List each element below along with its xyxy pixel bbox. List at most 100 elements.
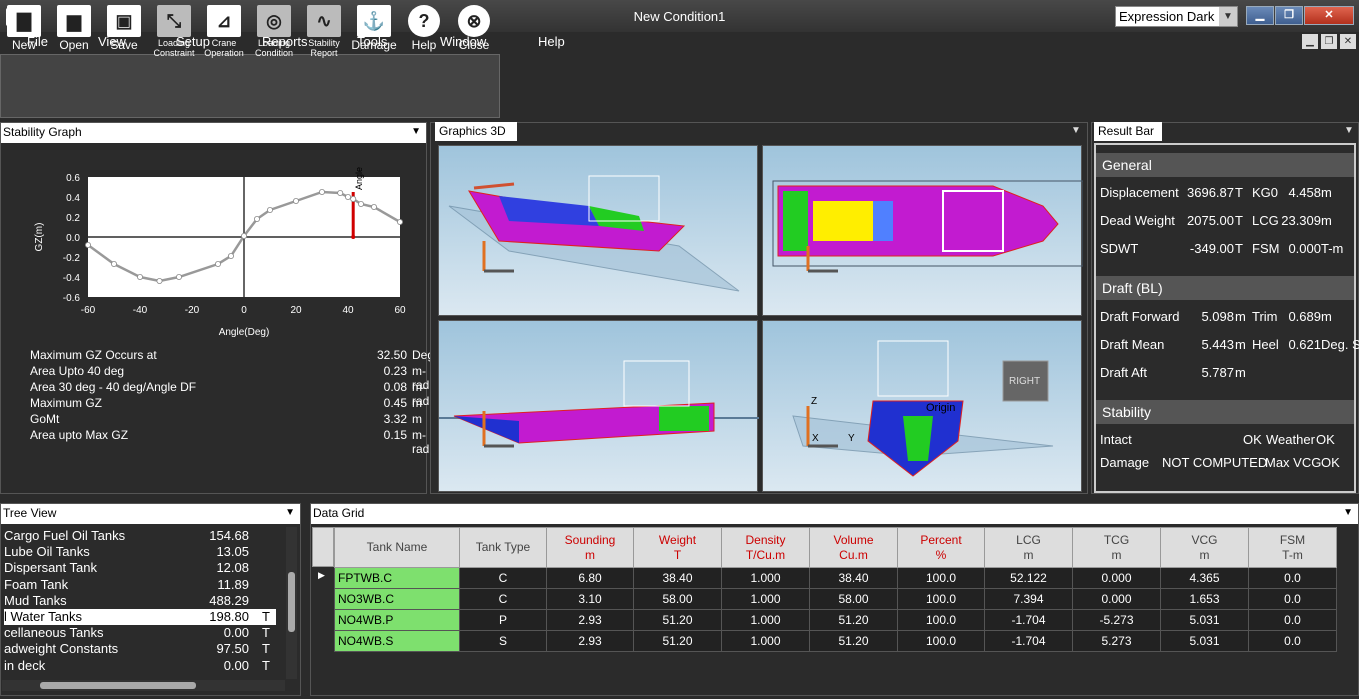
open-button[interactable]: ▆ Open	[50, 2, 98, 60]
table-cell[interactable]: 51.20	[633, 630, 722, 652]
save-button[interactable]: ▣ Save	[100, 2, 148, 60]
table-cell[interactable]: 5.031	[1160, 630, 1249, 652]
table-cell[interactable]: NO4WB.P	[334, 609, 460, 631]
view-cube-right-label[interactable]: RIGHT	[1009, 376, 1040, 387]
table-cell[interactable]: 38.40	[633, 567, 722, 589]
column-header[interactable]: Sounding m	[546, 527, 634, 568]
table-cell[interactable]: 100.0	[897, 567, 985, 589]
viewport-profile[interactable]	[438, 320, 759, 492]
tree-item[interactable]: Mud Tanks 488.29	[4, 593, 276, 609]
table-cell[interactable]: 5.031	[1160, 609, 1249, 631]
stability-report-button[interactable]: ∿ Stability Report	[300, 2, 348, 60]
crane-operation-button[interactable]: ⊿ Crane Operation	[200, 2, 248, 60]
column-header[interactable]: Tank Type	[459, 527, 547, 568]
panel-menu-icon[interactable]: ▼	[1343, 507, 1353, 518]
column-header[interactable]: Percent%	[897, 527, 985, 568]
tree-item[interactable]: in deck 0.00 T	[4, 658, 276, 674]
result-bar-tab[interactable]: Result Bar	[1094, 122, 1162, 141]
column-header[interactable]: VCG m	[1160, 527, 1249, 568]
table-row[interactable]: NO4WB.S S 2.93 51.20 1.000 51.20 100.0 -1.704 5.…	[334, 630, 1337, 652]
table-cell[interactable]: 1.000	[721, 609, 810, 631]
table-cell[interactable]: 0.0	[1248, 609, 1337, 631]
table-cell[interactable]: 1.000	[721, 630, 810, 652]
tree-item[interactable]: Cargo Fuel Oil Tanks 154.68	[4, 528, 276, 544]
minimize-button[interactable]: ▁	[1246, 6, 1274, 25]
column-header[interactable]: LCG m	[984, 527, 1073, 568]
table-cell[interactable]: -1.704	[984, 609, 1073, 631]
table-cell[interactable]: 0.0	[1248, 630, 1337, 652]
viewport-top[interactable]	[762, 145, 1084, 316]
column-header[interactable]: FSM T-m	[1248, 527, 1337, 568]
table-row[interactable]: NO3WB.C C 3.10 58.00 1.000 58.00 100.0 7.394 0.0…	[334, 588, 1337, 610]
table-cell[interactable]: C	[459, 588, 547, 610]
table-row[interactable]: FPTWB.C C 6.80 38.40 1.000 38.40 100.0 52.122 0.…	[334, 567, 1337, 589]
graphics-3d-tab[interactable]: Graphics 3D	[435, 122, 517, 141]
viewport-front[interactable]: RIGHT Origin Z Y X	[762, 320, 1082, 492]
column-header[interactable]: Density T/Cu.m	[721, 527, 810, 568]
table-cell[interactable]: S	[459, 630, 547, 652]
table-cell[interactable]: NO4WB.S	[334, 630, 460, 652]
table-cell[interactable]: 2.93	[546, 609, 634, 631]
table-cell[interactable]: 6.80	[546, 567, 634, 589]
damage-button[interactable]: ⚓ Damage	[350, 2, 398, 60]
tree-vscrollbar[interactable]	[286, 527, 297, 679]
panel-menu-icon[interactable]: ▼	[411, 126, 421, 137]
table-cell[interactable]: 1.000	[721, 588, 810, 610]
tree-vscroll-thumb[interactable]	[288, 572, 295, 632]
table-cell[interactable]: 7.394	[984, 588, 1073, 610]
column-header[interactable]: TCG m	[1072, 527, 1161, 568]
table-cell[interactable]: 52.122	[984, 567, 1073, 589]
new-button[interactable]: ▇ New	[0, 2, 48, 60]
tree-item[interactable]: cellaneous Tanks 0.00 T	[4, 625, 276, 641]
table-cell[interactable]: C	[459, 567, 547, 589]
tree-item[interactable]: l Water Tanks 198.80 T	[4, 609, 276, 625]
table-cell[interactable]: 51.20	[633, 609, 722, 631]
table-cell[interactable]: 58.00	[633, 588, 722, 610]
table-cell[interactable]: 100.0	[897, 609, 985, 631]
table-cell[interactable]: 38.40	[809, 567, 898, 589]
close-button[interactable]: ⊗ Close	[450, 2, 498, 60]
viewport-perspective[interactable]	[438, 145, 758, 316]
menu-help[interactable]: Help	[538, 34, 565, 49]
table-cell[interactable]: FPTWB.C	[334, 567, 460, 589]
table-cell[interactable]: 51.20	[809, 609, 898, 631]
table-cell[interactable]: 1.000	[721, 567, 810, 589]
table-cell[interactable]: 5.273	[1072, 630, 1161, 652]
table-cell[interactable]: 4.365	[1160, 567, 1249, 589]
tree-item[interactable]: adweight Constants 97.50 T	[4, 641, 276, 657]
table-cell[interactable]: -5.273	[1072, 609, 1161, 631]
close-window-button[interactable]: ✕	[1304, 6, 1354, 25]
table-cell[interactable]: P	[459, 609, 547, 631]
table-cell[interactable]: -1.704	[984, 630, 1073, 652]
tree-item[interactable]: Foam Tank 11.89	[4, 577, 276, 593]
table-cell[interactable]: 0.0	[1248, 588, 1337, 610]
loading-condition-button[interactable]: ◎ Loading Condition	[250, 2, 298, 60]
table-cell[interactable]: NO3WB.C	[334, 588, 460, 610]
tree-hscroll-thumb[interactable]	[40, 682, 196, 689]
theme-select[interactable]: Expression Dark ▼	[1115, 6, 1238, 27]
mdi-close-button[interactable]: ✕	[1340, 34, 1356, 49]
mdi-restore-button[interactable]: ❐	[1321, 34, 1337, 49]
mdi-minimize-button[interactable]: ▁	[1302, 34, 1318, 49]
tree-hscrollbar[interactable]	[2, 680, 285, 691]
tree-item[interactable]: Dispersant Tank 12.08	[4, 560, 276, 576]
table-cell[interactable]: 100.0	[897, 588, 985, 610]
column-header[interactable]: Volume Cu.m	[809, 527, 898, 568]
panel-menu-icon[interactable]: ▼	[285, 507, 295, 518]
table-cell[interactable]: 51.20	[809, 630, 898, 652]
table-cell[interactable]: 1.653	[1160, 588, 1249, 610]
table-cell[interactable]: 3.10	[546, 588, 634, 610]
table-cell[interactable]: 0.0	[1248, 567, 1337, 589]
table-cell[interactable]: 58.00	[809, 588, 898, 610]
help-button[interactable]: ? Help	[400, 2, 448, 60]
table-row[interactable]: NO4WB.P P 2.93 51.20 1.000 51.20 100.0 -1.704 -5…	[334, 609, 1337, 631]
loading-constraint-button[interactable]: ⤡ Loading Constraint	[150, 2, 198, 60]
column-header[interactable]: Weight T	[633, 527, 722, 568]
table-cell[interactable]: 2.93	[546, 630, 634, 652]
tree-item[interactable]: Lube Oil Tanks 13.05	[4, 544, 276, 560]
column-header[interactable]: Tank Name	[334, 527, 460, 568]
restore-button[interactable]: ❐	[1275, 6, 1303, 25]
table-cell[interactable]: 0.000	[1072, 588, 1161, 610]
panel-menu-icon[interactable]: ▼	[1071, 125, 1081, 136]
table-cell[interactable]: 100.0	[897, 630, 985, 652]
